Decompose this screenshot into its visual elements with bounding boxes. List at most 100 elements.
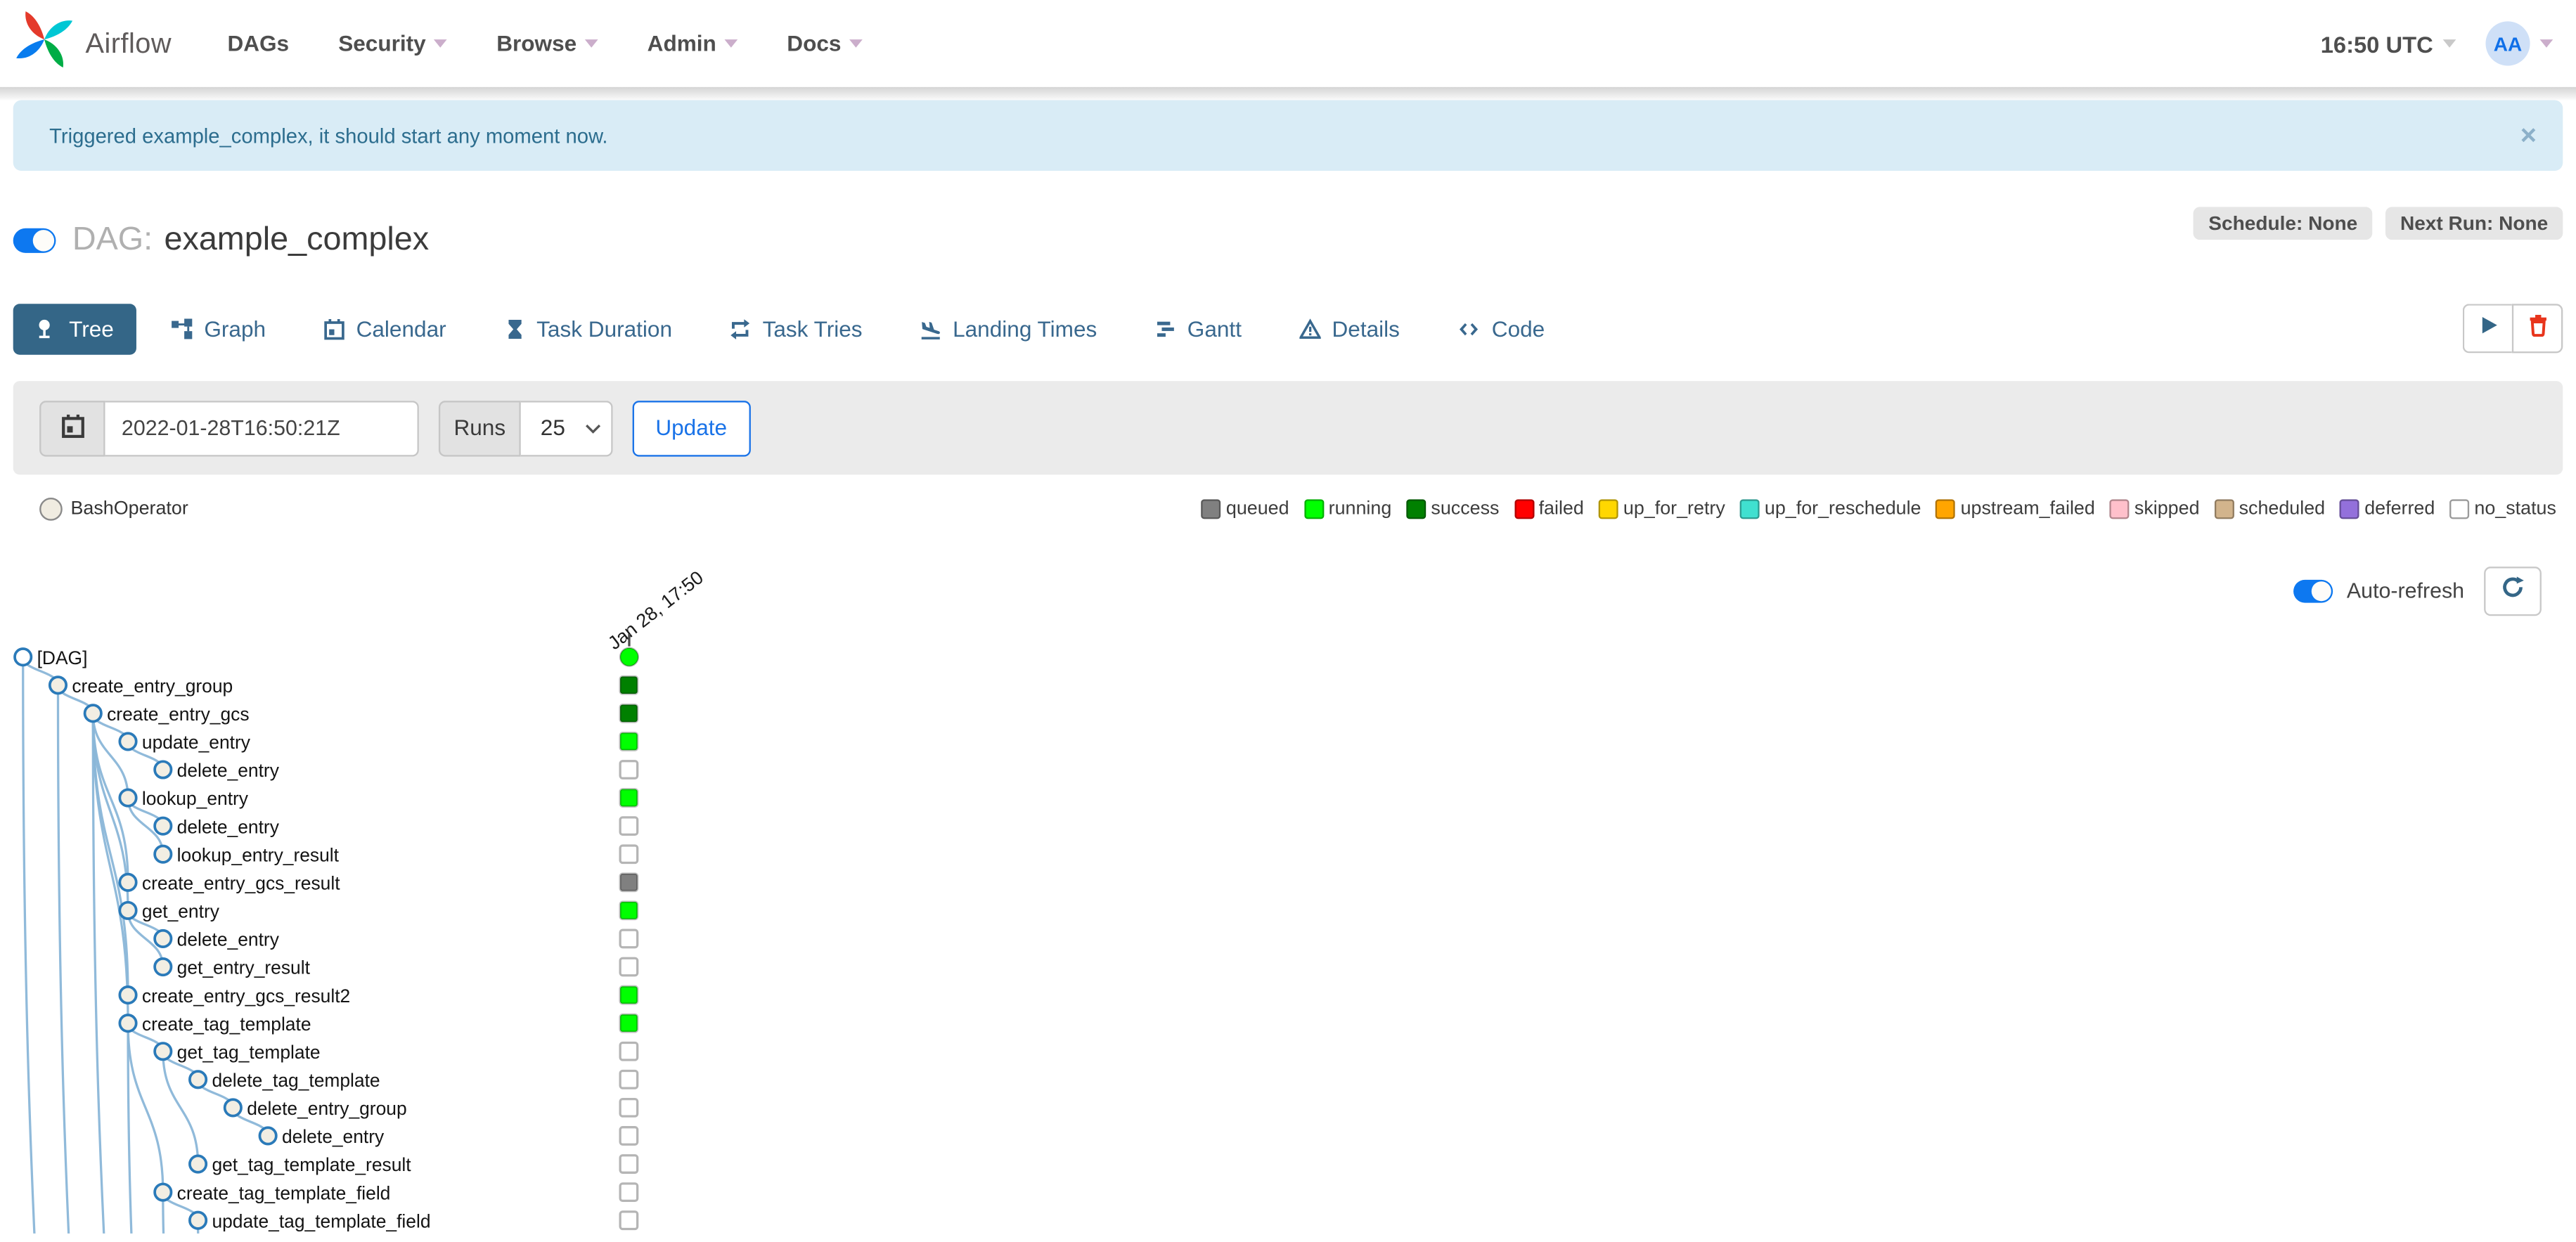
tab-tree[interactable]: Tree [13,303,137,354]
task-node-label[interactable]: delete_entry [177,760,280,781]
task-node-circle[interactable] [118,788,138,808]
task-node-label[interactable]: get_tag_template_result [212,1154,411,1175]
status-label: up_for_reschedule [1764,499,1921,519]
brand-title: Airflow [85,27,172,58]
task-status-square[interactable] [619,1097,639,1118]
task-node-circle[interactable] [153,957,173,977]
task-node-circle[interactable] [153,929,173,948]
task-node-circle[interactable] [188,1070,208,1089]
task-node-label[interactable]: create_tag_template_field [177,1182,391,1203]
status-badge: Schedule: None [2194,207,2373,240]
task-status-square[interactable] [619,703,639,723]
task-status-square[interactable] [619,1041,639,1061]
play-icon [2477,313,2500,344]
delete-dag-button[interactable] [2511,304,2563,354]
graph-icon [172,318,193,339]
task-status-square[interactable] [619,900,639,921]
task-node-circle[interactable] [153,1182,173,1202]
task-node-label[interactable]: delete_entry [177,929,280,950]
close-icon[interactable]: × [2520,122,2537,150]
task-status-square[interactable] [619,957,639,977]
task-status-square[interactable] [619,1069,639,1089]
base-date-input[interactable] [105,399,419,456]
hourglass-icon [503,318,524,339]
chevron-down-icon [2539,39,2554,48]
task-status-square[interactable] [619,732,639,751]
task-node-circle[interactable] [223,1098,243,1118]
task-node-circle[interactable] [153,760,173,780]
clock-menu[interactable]: 16:50 UTC [2321,30,2456,57]
user-menu[interactable]: AA [2485,21,2554,66]
status-swatch [2109,499,2130,519]
task-node-label[interactable]: lookup_entry_result [177,844,340,865]
trigger-dag-button[interactable] [2462,304,2512,354]
tab-label: Task Duration [536,316,673,341]
num-runs-select[interactable]: 25 [520,399,613,456]
task-node-label[interactable]: create_entry_gcs_result2 [142,985,350,1007]
task-node-label[interactable]: delete_tag_template [212,1070,380,1091]
task-node-circle[interactable] [13,647,33,667]
task-node-label[interactable]: create_entry_gcs_result [142,872,340,893]
task-node-label[interactable]: get_tag_template [177,1042,321,1063]
task-node-circle[interactable] [153,816,173,836]
task-node-label[interactable]: [DAG] [37,647,88,668]
task-node-label[interactable]: update_tag_template_field [212,1210,430,1231]
legend-status-no_status: no_status [2449,499,2556,519]
task-node-circle[interactable] [118,900,138,920]
task-status-square[interactable] [619,675,639,695]
task-node-label[interactable]: get_entry [142,901,220,922]
task-node-circle[interactable] [118,1014,138,1033]
task-node-circle[interactable] [153,1042,173,1061]
dagrun-status-circle[interactable] [619,647,639,667]
task-status-square[interactable] [619,1126,639,1146]
task-status-square[interactable] [619,760,639,780]
nav-item-docs[interactable]: Docs [787,31,863,56]
task-status-square[interactable] [619,844,639,865]
task-status-square[interactable] [619,985,639,1005]
task-status-square[interactable] [619,1154,639,1174]
tab-code[interactable]: Code [1457,316,1545,341]
task-node-circle[interactable] [188,1154,208,1174]
tab-graph[interactable]: Graph [172,316,266,341]
task-node-label[interactable]: create_tag_template [142,1014,311,1035]
tab-label: Task Tries [762,316,863,341]
task-status-square[interactable] [619,788,639,808]
brand[interactable]: Airflow [13,8,172,79]
tab-details[interactable]: Details [1299,316,1400,341]
task-status-square[interactable] [619,929,639,949]
tab-calendar[interactable]: Calendar [323,316,446,341]
tab-task-tries[interactable]: Task Tries [730,316,863,341]
dag-header: DAG: example_complex Schedule: None Next … [13,207,2563,272]
dag-pause-toggle[interactable] [13,227,56,252]
task-node-circle[interactable] [48,675,68,695]
nav-item-browse[interactable]: Browse [496,31,598,56]
task-node-circle[interactable] [188,1210,208,1230]
nav-item-admin[interactable]: Admin [648,31,738,56]
task-status-square[interactable] [619,1013,639,1033]
task-node-circle[interactable] [118,732,138,751]
dag-badges: Schedule: None Next Run: None [2194,207,2563,240]
task-node-circle[interactable] [118,872,138,892]
task-node-label[interactable]: delete_entry [282,1126,385,1147]
nav-item-security[interactable]: Security [338,31,448,56]
task-node-label[interactable]: lookup_entry [142,788,249,809]
task-node-circle[interactable] [153,844,173,864]
nav-item-dags[interactable]: DAGs [227,31,289,56]
task-node-label[interactable]: get_entry_result [177,957,311,978]
task-node-label[interactable]: update_entry [142,732,251,753]
task-node-label[interactable]: delete_entry [177,816,280,837]
task-node-label[interactable]: delete_entry_group [247,1098,406,1119]
update-button[interactable]: Update [632,399,750,456]
task-status-square[interactable] [619,1210,639,1231]
tab-task-duration[interactable]: Task Duration [503,316,672,341]
task-node-label[interactable]: create_entry_gcs [107,704,249,725]
task-node-circle[interactable] [83,704,103,723]
tab-landing-times[interactable]: Landing Times [920,316,1097,341]
task-status-square[interactable] [619,816,639,836]
tab-gantt[interactable]: Gantt [1154,316,1242,341]
task-status-square[interactable] [619,872,639,893]
task-node-circle[interactable] [118,985,138,1005]
task-node-label[interactable]: create_entry_group [72,675,233,697]
task-status-square[interactable] [619,1182,639,1203]
task-node-circle[interactable] [258,1126,278,1146]
